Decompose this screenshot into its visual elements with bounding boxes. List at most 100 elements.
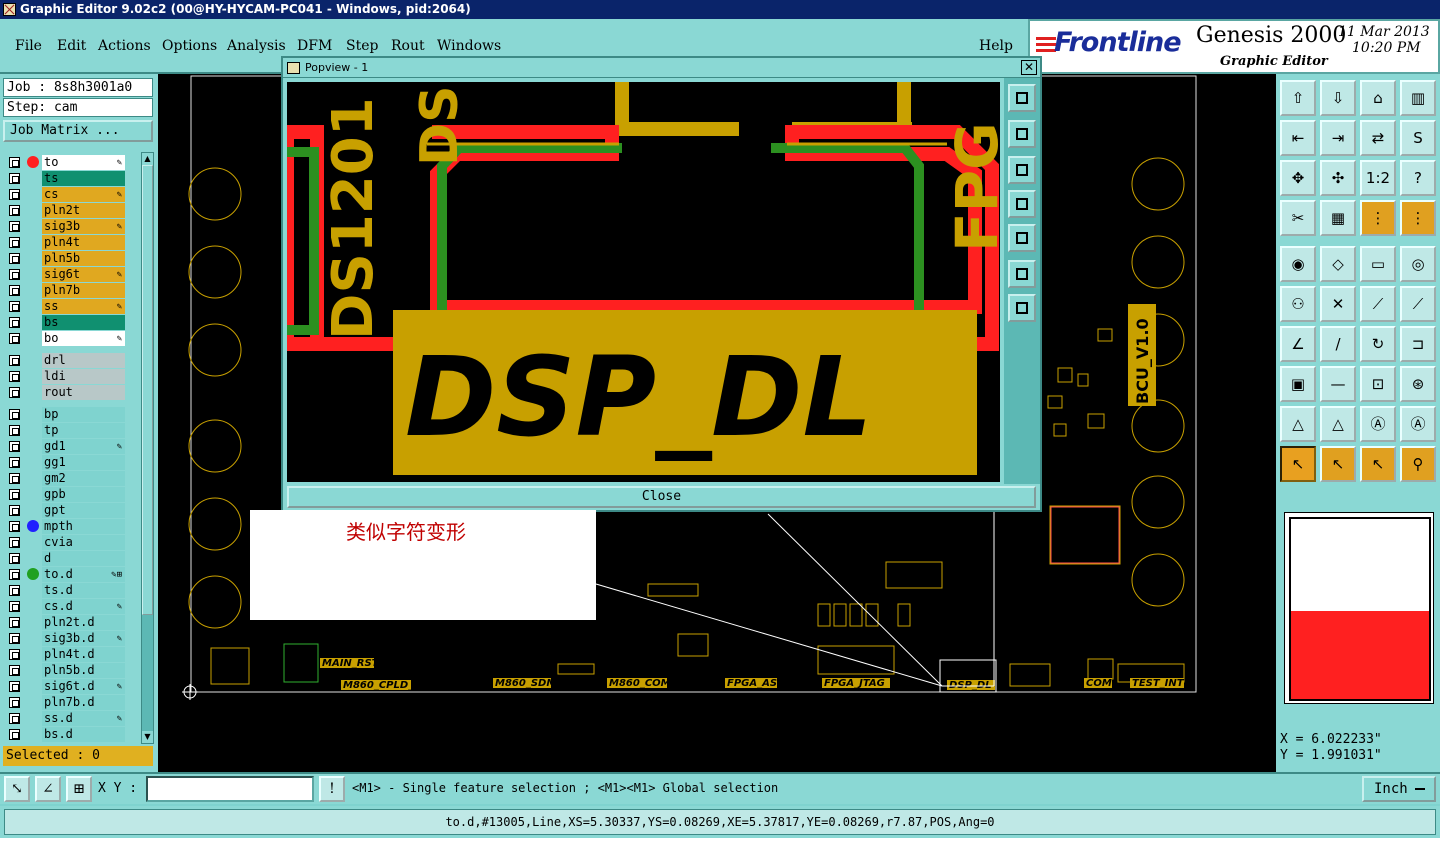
layer-name[interactable]: cs ✎ [42,187,125,202]
layer-name[interactable]: to.d ✎⊞ [42,567,125,582]
layer-name[interactable]: sig3b.d ✎ [42,631,125,646]
layer-checkbox[interactable] [9,157,20,168]
a-alt-icon[interactable]: Ⓐ [1400,406,1436,442]
layer-name[interactable]: ss ✎ [42,299,125,314]
window-icon[interactable]: ▥ [1400,80,1436,116]
layer-checkbox[interactable] [9,729,20,740]
layer-icon[interactable]: ⋮ [1360,200,1396,236]
layer-row[interactable]: tp [3,422,140,438]
layer-row[interactable]: gm2 [3,470,140,486]
pv-zoom-home-icon[interactable] [1008,84,1036,112]
step-up-icon[interactable]: ⇧ [1280,80,1316,116]
layer-checkbox[interactable] [9,633,20,644]
cluster-icon[interactable]: ⊛ [1400,366,1436,402]
layer-row[interactable]: bs.d [3,726,140,742]
triangle-icon[interactable]: △ [1280,406,1316,442]
move-left-icon[interactable]: ⇤ [1280,120,1316,156]
layer-name[interactable]: drl [42,353,125,368]
layer-name[interactable]: sig6t ✎ [42,267,125,282]
layer-checkbox[interactable] [9,553,20,564]
layer-row[interactable]: ldi [3,368,140,384]
layer-name[interactable]: rout [42,385,125,400]
pointer-box-icon[interactable]: ↖ [1320,446,1356,482]
layer-row[interactable]: pln2t [3,202,140,218]
layer-row[interactable]: pln7b.d [3,694,140,710]
scroll-up-icon[interactable]: ▲ [142,153,153,165]
layer-checkbox[interactable] [9,189,20,200]
layer-checkbox[interactable] [9,355,20,366]
layer-checkbox[interactable] [9,285,20,296]
target-icon[interactable]: ◎ [1400,246,1436,282]
layer-name[interactable]: ss.d ✎ [42,711,125,726]
layer-row[interactable]: bs [3,314,140,330]
scroll-down-icon[interactable]: ▼ [142,731,153,743]
layer-row[interactable]: pln4t.d [3,646,140,662]
layer-row[interactable]: rout [3,384,140,400]
layer-row[interactable]: pln4t [3,234,140,250]
net-icon[interactable]: ⚲ [1400,446,1436,482]
pv-zoom-out-icon[interactable] [1008,156,1036,184]
a-icon[interactable]: Ⓐ [1360,406,1396,442]
box-icon[interactable]: ▣ [1280,366,1316,402]
menu-analysis[interactable]: Analysis [227,38,286,54]
layer-row[interactable]: drl [3,352,140,368]
layer-name[interactable]: gd1 ✎ [42,439,125,454]
layer-row[interactable]: pln2t.d [3,614,140,630]
arc-icon[interactable]: ⟋ [1400,286,1436,322]
layer-row[interactable]: bp [3,406,140,422]
layer-row[interactable]: ts [3,170,140,186]
popview-viewport[interactable]: DSP_DL DS1201 DS FPG [287,82,1000,482]
layer-row[interactable]: to.d ✎⊞ [3,566,140,582]
connect-icon[interactable]: ⚇ [1280,286,1316,322]
layer-checkbox[interactable] [9,617,20,628]
pv-pan-right-icon[interactable] [1008,224,1036,252]
layer-name[interactable]: pln4t [42,235,125,250]
shape-icon[interactable]: ◇ [1320,246,1356,282]
layer-checkbox[interactable] [9,601,20,612]
menu-step[interactable]: Step [346,38,378,54]
pv-zoom-in-icon[interactable] [1008,120,1036,148]
job-matrix-button[interactable]: Job Matrix ... [3,120,153,142]
unit-selector[interactable]: Inch [1362,776,1436,802]
layer-checkbox[interactable] [9,569,20,580]
popview-close-icon[interactable]: ✕ [1021,60,1037,75]
pointer-alt-icon[interactable]: ↖ [1360,446,1396,482]
layer-checkbox[interactable] [9,387,20,398]
layer-row[interactable]: ts.d [3,582,140,598]
layer-name[interactable]: bs.d [42,727,125,742]
layer-name[interactable]: gg1 [42,455,125,470]
layer-checkbox[interactable] [9,697,20,708]
pv-fit-icon[interactable] [1008,260,1036,288]
layer-checkbox[interactable] [9,681,20,692]
layer-checkbox[interactable] [9,253,20,264]
layer-name[interactable]: pln2t [42,203,125,218]
popview-close-button[interactable]: Close [287,486,1036,508]
layer-row[interactable]: gpb [3,486,140,502]
menu-help[interactable]: Help [979,38,1013,54]
grid-mode-icon[interactable]: ⊞ [66,776,92,802]
layer-row[interactable]: cs ✎ [3,186,140,202]
layer-checkbox[interactable] [9,269,20,280]
layer-row[interactable]: sig3b.d ✎ [3,630,140,646]
layer-checkbox[interactable] [9,333,20,344]
layer-name[interactable]: cs.d ✎ [42,599,125,614]
pv-pan-left-icon[interactable] [1008,190,1036,218]
layer-row[interactable]: sig6t ✎ [3,266,140,282]
scroll-thumb[interactable] [142,165,153,615]
layer-checkbox[interactable] [9,457,20,468]
layer-name[interactable]: tp [42,423,125,438]
layer-row[interactable]: mpth [3,518,140,534]
alert-icon[interactable]: ! [319,776,345,802]
layer-name[interactable]: ts [42,171,125,186]
layer-row[interactable]: sig3b ✎ [3,218,140,234]
angle-icon[interactable]: ∠ [1280,326,1316,362]
layer-row[interactable]: d [3,550,140,566]
swap-icon[interactable]: ⇄ [1360,120,1396,156]
menu-options[interactable]: Options [162,38,217,54]
layer-name[interactable]: pln2t.d [42,615,125,630]
layer-checkbox[interactable] [9,173,20,184]
slash-icon[interactable]: / [1320,326,1356,362]
layer-row[interactable]: sig6t.d ✎ [3,678,140,694]
layer-name[interactable]: gpb [42,487,125,502]
layer-name[interactable]: bo ✎ [42,331,125,346]
